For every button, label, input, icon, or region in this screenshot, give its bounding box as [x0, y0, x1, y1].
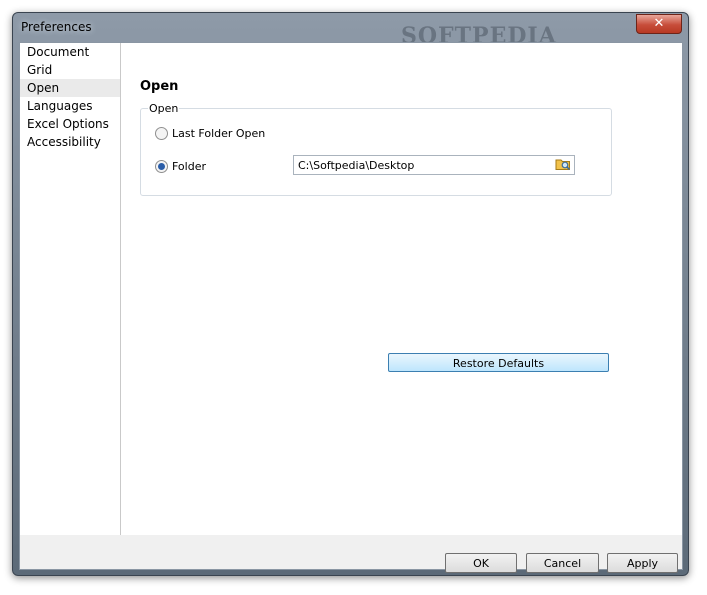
- restore-defaults-button[interactable]: Restore Defaults: [388, 353, 609, 372]
- preferences-window: Preferences SOFTPEDIA ✕ Document Grid Op…: [12, 12, 689, 576]
- radio-label-folder: Folder: [172, 159, 206, 173]
- open-groupbox: Open Last Folder Open Folder: [140, 102, 612, 196]
- radio-button-checked[interactable]: [155, 159, 168, 173]
- window-title: Preferences: [21, 20, 92, 34]
- folder-browse-icon[interactable]: [555, 157, 571, 171]
- page-title: Open: [140, 79, 179, 94]
- radio-folder[interactable]: Folder: [155, 158, 206, 174]
- group-label: Open: [148, 102, 180, 115]
- sidebar-item-accessibility[interactable]: Accessibility: [20, 133, 120, 151]
- cancel-button[interactable]: Cancel: [526, 553, 599, 573]
- close-button[interactable]: ✕: [636, 14, 682, 34]
- sidebar-item-open[interactable]: Open: [20, 79, 120, 97]
- close-icon: ✕: [653, 16, 665, 31]
- settings-panel: Open Open Last Folder Open Folder C:\Sof…: [121, 43, 682, 535]
- apply-button[interactable]: Apply: [607, 553, 678, 573]
- sidebar-item-grid[interactable]: Grid: [20, 61, 120, 79]
- sidebar-item-languages[interactable]: Languages: [20, 97, 120, 115]
- radio-button-unchecked[interactable]: [155, 126, 168, 140]
- radio-label-last-folder: Last Folder Open: [172, 126, 266, 140]
- sidebar-item-excel-options[interactable]: Excel Options: [20, 115, 120, 133]
- radio-last-folder-open[interactable]: Last Folder Open: [155, 125, 265, 141]
- category-sidebar: Document Grid Open Languages Excel Optio…: [20, 43, 121, 535]
- sidebar-item-document[interactable]: Document: [20, 43, 120, 61]
- dialog-client-area: Document Grid Open Languages Excel Optio…: [19, 42, 683, 573]
- ok-button[interactable]: OK: [445, 553, 517, 573]
- title-bar[interactable]: Preferences SOFTPEDIA ✕: [13, 13, 688, 49]
- folder-path-field[interactable]: [293, 155, 575, 175]
- folder-path-input[interactable]: [298, 157, 546, 173]
